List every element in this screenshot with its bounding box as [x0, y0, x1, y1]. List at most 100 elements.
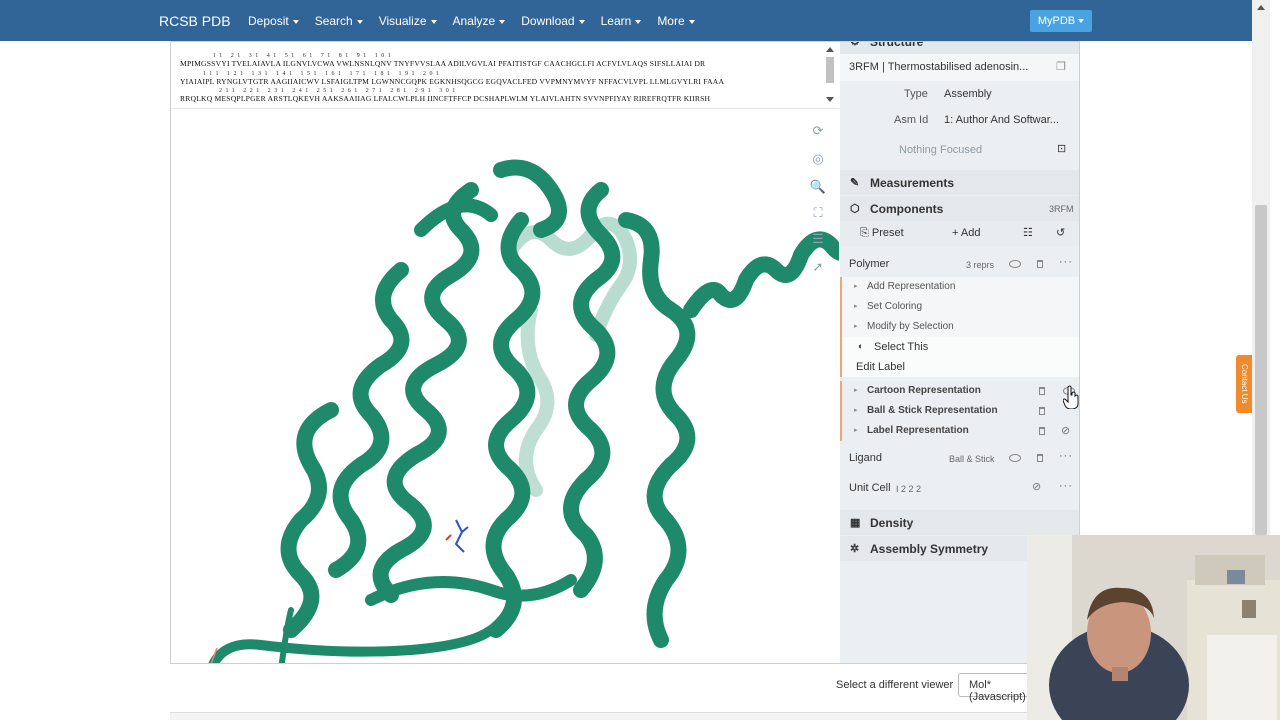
- caret-down-icon: [499, 19, 506, 24]
- top-navbar: RCSB PDB Deposit Search Visualize Analyz…: [0, 0, 1252, 41]
- more-icon[interactable]: ···: [1059, 450, 1073, 462]
- menu-item-modify-selection[interactable]: ▸ Modify by Selection: [840, 317, 1079, 337]
- fullscreen-icon[interactable]: ⛶: [807, 202, 829, 224]
- nav-search[interactable]: Search: [315, 14, 363, 28]
- add-button[interactable]: + Add: [952, 227, 980, 239]
- select-viewer-label: Select a different viewer: [836, 679, 954, 691]
- preset-button[interactable]: ⎘ Preset: [860, 227, 904, 240]
- caret-down-icon: [688, 19, 695, 24]
- edit-label-button[interactable]: Edit Label: [840, 357, 1079, 377]
- eye-off-icon[interactable]: ⊘: [1061, 424, 1070, 437]
- scrollbar-thumb[interactable]: [826, 57, 834, 83]
- scrollbar-thumb[interactable]: [1255, 205, 1267, 535]
- asm-id-row: Asm Id 1: Author And Softwar...: [894, 114, 1059, 126]
- loop: [365, 574, 577, 606]
- helix: [280, 402, 339, 638]
- sequence-panel[interactable]: 11 21 31 41 51 61 71 81 91 101 MPIMGSSVY…: [171, 42, 839, 109]
- label-representation-row[interactable]: ▸ Label Representation ⊘: [840, 421, 1079, 441]
- structure-header[interactable]: ⚙ Structure: [840, 41, 1079, 54]
- focus-target-icon[interactable]: ⊡: [1057, 142, 1066, 155]
- trash-icon[interactable]: [1039, 427, 1045, 435]
- menu-item-add-representation[interactable]: ▸ Add Representation: [840, 277, 1079, 297]
- polymer-row[interactable]: Polymer 3 reprs ···: [840, 252, 1079, 277]
- expand-icon: ▸: [854, 303, 858, 310]
- nav-more[interactable]: More: [657, 14, 695, 28]
- caret-down-icon: [1078, 19, 1085, 24]
- caret-down-icon: [578, 19, 585, 24]
- helix: [485, 212, 541, 638]
- expand-icon: ▸: [854, 427, 858, 434]
- caret-down-icon: [356, 19, 363, 24]
- contact-us-tab[interactable]: Contact Us: [1236, 355, 1252, 413]
- ruler-icon: ✎: [850, 177, 860, 189]
- structure-canvas[interactable]: [171, 110, 839, 664]
- ligand-row[interactable]: Ligand Ball & Stick ···: [840, 445, 1079, 470]
- zoom-icon[interactable]: 🔍: [807, 176, 829, 198]
- trash-icon[interactable]: [1039, 407, 1045, 415]
- trash-icon[interactable]: [1037, 454, 1043, 462]
- structure-icon: ⚙: [850, 41, 860, 48]
- expand-icon: ▸: [854, 283, 858, 290]
- helix: [328, 262, 410, 578]
- eye-icon[interactable]: [1009, 260, 1021, 268]
- scroll-up-icon[interactable]: [826, 47, 834, 52]
- more-icon[interactable]: ···: [1059, 480, 1073, 492]
- type-row: Type Assembly: [904, 88, 992, 100]
- scroll-up-icon[interactable]: [1257, 5, 1265, 10]
- copy-icon[interactable]: ❐: [1056, 60, 1066, 73]
- webcam-overlay: [1027, 535, 1280, 720]
- main-menu: Deposit Search Visualize Analyze Downloa…: [248, 14, 711, 28]
- selection-mode-icon[interactable]: ➚: [807, 256, 829, 278]
- cartoon-representation-row[interactable]: ▸ Cartoon Representation: [840, 381, 1079, 401]
- expand-icon: ▸: [854, 407, 858, 414]
- nav-deposit[interactable]: Deposit: [248, 14, 299, 28]
- menu-item-set-coloring[interactable]: ▸ Set Coloring: [840, 297, 1079, 317]
- scroll-down-icon[interactable]: [826, 97, 834, 102]
- entry-selector[interactable]: 3RFM | Thermostabilised adenosin... ❐: [840, 54, 1079, 81]
- molstar-viewer: 11 21 31 41 51 61 71 81 91 101 MPIMGSSVY…: [170, 41, 1080, 664]
- settings-icon[interactable]: ☰: [807, 228, 829, 250]
- select-this-button[interactable]: ◐ Select This: [840, 337, 1079, 357]
- trash-icon[interactable]: [1039, 387, 1045, 395]
- reset-camera-icon[interactable]: ⟳: [807, 120, 829, 142]
- eye-off-icon[interactable]: ⊘: [1032, 480, 1041, 493]
- trash-icon[interactable]: [1037, 260, 1043, 268]
- expand-icon: ▸: [854, 323, 858, 330]
- helix: [618, 212, 696, 648]
- axes-indicator: [210, 647, 218, 663]
- history-icon[interactable]: ↺: [1056, 226, 1065, 239]
- focus-row[interactable]: Nothing Focused ⊡: [840, 136, 1079, 163]
- sequence-row[interactable]: MPIMGSSVYI TVELAIAVLA ILGNVLVCWA VWLNSNL…: [180, 59, 705, 68]
- sequence-scrollbar[interactable]: [824, 45, 836, 105]
- sequence-row[interactable]: RRQLKQ MESQPLPGER ARSTLQKEVH AAKSAAIIAG …: [180, 94, 710, 103]
- hand-cursor-icon: [1063, 385, 1079, 409]
- measurements-header[interactable]: ✎ Measurements: [840, 170, 1079, 195]
- nav-learn[interactable]: Learn: [601, 14, 642, 28]
- density-header[interactable]: ▦ Density: [840, 510, 1079, 535]
- loop: [493, 159, 567, 238]
- density-icon: ▦: [850, 517, 861, 529]
- loop: [208, 625, 496, 663]
- helix: [372, 182, 480, 603]
- nav-download[interactable]: Download: [521, 14, 585, 28]
- cube-icon: ⬡: [850, 203, 860, 215]
- toggle-icon: ◐: [858, 341, 864, 351]
- expand-icon: ▸: [854, 387, 858, 394]
- brand-link[interactable]: RCSB PDB: [159, 13, 231, 29]
- mypdb-button[interactable]: MyPDB: [1030, 10, 1092, 32]
- bookmark-icon: ⎘: [860, 227, 869, 239]
- components-header[interactable]: ⬡ Components 3RFM: [840, 196, 1079, 221]
- symmetry-icon: ✲: [850, 543, 860, 555]
- ball-stick-representation-row[interactable]: ▸ Ball & Stick Representation: [840, 401, 1079, 421]
- components-toolbar: ⎘ Preset + Add ☷ ↺: [840, 221, 1079, 246]
- screenshot-icon[interactable]: ◎: [807, 148, 829, 170]
- ligand-sticks: [445, 519, 469, 553]
- unit-cell-row[interactable]: Unit Cell I 2 2 2 ⊘ ···: [840, 475, 1079, 500]
- sequence-row[interactable]: YIAIAIPL RYNGLVTGTR AAGIIAICWV LSFAIGLTP…: [180, 77, 724, 86]
- nav-visualize[interactable]: Visualize: [379, 14, 437, 28]
- nav-analyze[interactable]: Analyze: [453, 14, 506, 28]
- eye-icon[interactable]: [1009, 454, 1021, 462]
- caret-down-icon: [292, 19, 299, 24]
- options-icon[interactable]: ☷: [1023, 226, 1033, 239]
- more-icon[interactable]: ···: [1059, 256, 1073, 268]
